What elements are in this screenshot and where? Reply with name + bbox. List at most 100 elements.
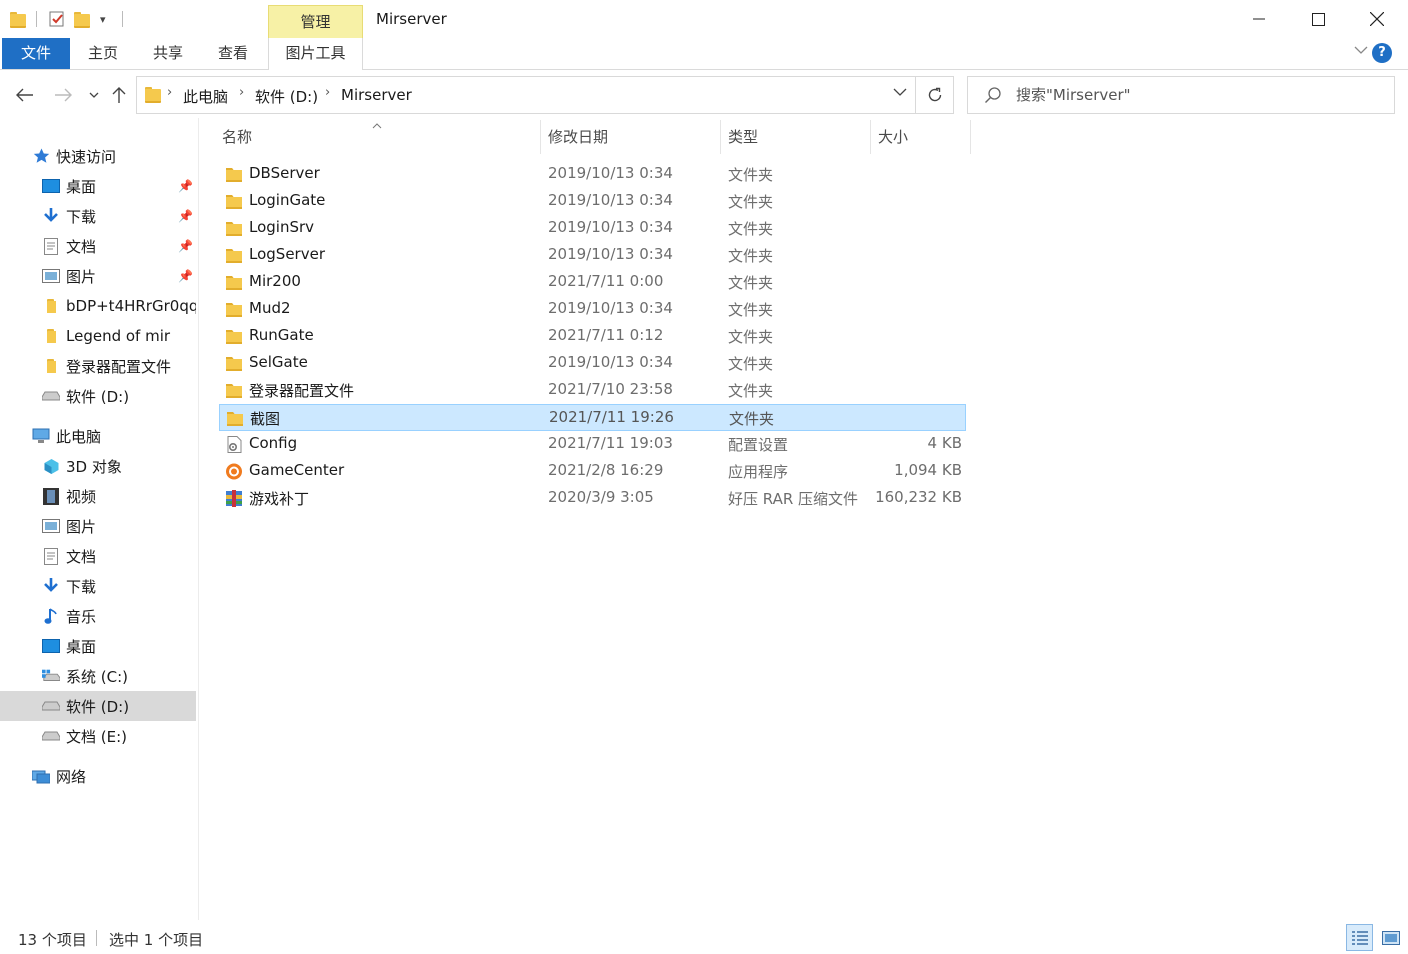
sidebar-item-drive-d[interactable]: 软件 (D:) <box>0 691 196 721</box>
sidebar-item-desktop[interactable]: 桌面 📌 <box>0 171 196 201</box>
file-name: Config <box>249 434 298 452</box>
pin-icon[interactable]: 📌 <box>178 209 193 223</box>
file-row[interactable]: SelGate 2019/10/13 0:34 文件夹 <box>219 350 966 377</box>
sidebar-item-music[interactable]: 音乐 <box>0 601 196 631</box>
manage-tab[interactable]: 管理 <box>268 5 363 38</box>
pin-icon[interactable]: 📌 <box>178 179 193 193</box>
file-type: 文件夹 <box>728 220 774 238</box>
tab-picture-tools[interactable]: 图片工具 <box>268 38 363 70</box>
tab-home[interactable]: 主页 <box>78 38 128 69</box>
sidebar-item-folder[interactable]: Legend of mir <box>0 321 196 351</box>
pin-icon[interactable]: 📌 <box>178 239 193 253</box>
file-type: 文件夹 <box>728 274 774 292</box>
picture-icon <box>42 268 60 284</box>
chevron-right-icon[interactable]: › <box>167 85 172 100</box>
folder-icon <box>225 220 243 237</box>
chevron-right-icon[interactable]: › <box>325 85 330 100</box>
file-row[interactable]: LoginSrv 2019/10/13 0:34 文件夹 <box>219 215 966 242</box>
breadcrumb-this-pc[interactable]: 此电脑 <box>183 86 228 107</box>
sort-ascending-icon <box>372 118 382 132</box>
breadcrumb-mirserver[interactable]: Mirserver <box>341 86 412 104</box>
tab-file[interactable]: 文件 <box>2 38 70 69</box>
folder-icon <box>145 87 161 105</box>
column-header-size[interactable]: 大小 <box>878 120 968 154</box>
file-row[interactable]: RunGate 2021/7/11 0:12 文件夹 <box>219 323 966 350</box>
file-name: RunGate <box>249 326 314 344</box>
file-date: 2019/10/13 0:34 <box>548 218 673 236</box>
forward-arrow-icon[interactable] <box>52 84 74 106</box>
file-size: 160,232 KB <box>875 488 962 506</box>
sidebar-item-drive-c[interactable]: 系统 (C:) <box>0 661 196 691</box>
chevron-down-icon[interactable] <box>1354 43 1368 59</box>
divider <box>36 11 37 27</box>
recent-locations-icon[interactable] <box>86 84 102 106</box>
file-type: 文件夹 <box>728 328 774 346</box>
sidebar-item-desktop[interactable]: 桌面 <box>0 631 196 661</box>
file-date: 2019/10/13 0:34 <box>548 299 673 317</box>
sidebar-item-videos[interactable]: 视频 <box>0 481 196 511</box>
file-type: 文件夹 <box>728 355 774 373</box>
sidebar-item-this-pc[interactable]: 此电脑 <box>0 421 196 451</box>
column-separator[interactable] <box>970 120 971 154</box>
tab-share[interactable]: 共享 <box>143 38 193 69</box>
sidebar-item-folder[interactable]: 登录器配置文件 <box>0 351 196 381</box>
sidebar-item-network[interactable]: 网络 <box>0 761 196 791</box>
sidebar-item-drive-d[interactable]: 软件 (D:) <box>0 381 196 411</box>
file-type: 应用程序 <box>728 463 789 481</box>
file-row[interactable]: 登录器配置文件 2021/7/10 23:58 文件夹 <box>219 377 966 404</box>
details-view-button[interactable] <box>1346 924 1373 951</box>
file-row[interactable]: 截图 2021/7/11 19:26 文件夹 <box>219 404 966 431</box>
sidebar-item-pictures[interactable]: 图片 📌 <box>0 261 196 291</box>
search-box <box>967 76 1395 114</box>
file-type: 文件夹 <box>728 193 774 211</box>
computer-icon <box>32 428 50 444</box>
file-row[interactable]: Config 2021/7/11 19:03 配置设置 4 KB <box>219 431 966 458</box>
minimize-button[interactable] <box>1230 0 1288 38</box>
divider <box>198 118 199 920</box>
window-title: Mirserver <box>376 10 447 28</box>
file-row[interactable]: Mir200 2021/7/11 0:00 文件夹 <box>219 269 966 296</box>
chevron-down-icon[interactable] <box>893 86 907 101</box>
sidebar-item-downloads[interactable]: 下载 <box>0 571 196 601</box>
file-row[interactable]: LogServer 2019/10/13 0:34 文件夹 <box>219 242 966 269</box>
file-type: 文件夹 <box>728 382 774 400</box>
breadcrumb-drive-d[interactable]: 软件 (D:) <box>255 86 318 107</box>
sidebar-item-drive-e[interactable]: 文档 (E:) <box>0 721 196 751</box>
column-separator[interactable] <box>540 120 541 154</box>
column-separator[interactable] <box>870 120 871 154</box>
properties-icon[interactable] <box>48 10 66 28</box>
search-input[interactable] <box>1016 85 1376 105</box>
chevron-right-icon[interactable]: › <box>239 85 244 100</box>
file-row[interactable]: GameCenter 2021/2/8 16:29 应用程序 1,094 KB <box>219 458 966 485</box>
address-bar[interactable]: › 此电脑 › 软件 (D:) › Mirserver <box>136 76 916 114</box>
large-icons-view-button[interactable] <box>1377 924 1404 951</box>
tab-view[interactable]: 查看 <box>208 38 258 69</box>
sidebar-item-documents[interactable]: 文档 📌 <box>0 231 196 261</box>
file-row[interactable]: LoginGate 2019/10/13 0:34 文件夹 <box>219 188 966 215</box>
navigation-bar: › 此电脑 › 软件 (D:) › Mirserver <box>0 70 1408 120</box>
sidebar-item-quick-access[interactable]: 快速访问 <box>0 141 196 171</box>
column-separator[interactable] <box>720 120 721 154</box>
file-row[interactable]: DBServer 2019/10/13 0:34 文件夹 <box>219 161 966 188</box>
ribbon: 文件 主页 共享 查看 图片工具 ? <box>0 38 1408 70</box>
folder-icon <box>225 301 243 318</box>
customize-toolbar-icon[interactable]: ▾ <box>100 10 106 28</box>
back-arrow-icon[interactable] <box>14 84 36 106</box>
maximize-button[interactable] <box>1289 0 1347 38</box>
sidebar-item-folder[interactable]: bDP+t4HRrGr0qq <box>0 291 196 321</box>
file-row[interactable]: Mud2 2019/10/13 0:34 文件夹 <box>219 296 966 323</box>
sidebar-item-downloads[interactable]: 下载 📌 <box>0 201 196 231</box>
column-header-date[interactable]: 修改日期 <box>548 120 718 154</box>
new-folder-icon[interactable] <box>74 10 90 28</box>
refresh-button[interactable] <box>916 76 954 114</box>
close-button[interactable] <box>1348 0 1406 38</box>
pin-icon[interactable]: 📌 <box>178 269 193 283</box>
app-icon <box>225 463 243 480</box>
sidebar-item-documents[interactable]: 文档 <box>0 541 196 571</box>
sidebar-item-pictures[interactable]: 图片 <box>0 511 196 541</box>
column-header-type[interactable]: 类型 <box>728 120 868 154</box>
file-row[interactable]: 游戏补丁 2020/3/9 3:05 好压 RAR 压缩文件 160,232 KB <box>219 485 966 512</box>
help-button[interactable]: ? <box>1372 43 1392 63</box>
sidebar-item-3d-objects[interactable]: 3D 对象 <box>0 451 196 481</box>
up-arrow-icon[interactable] <box>108 84 130 106</box>
